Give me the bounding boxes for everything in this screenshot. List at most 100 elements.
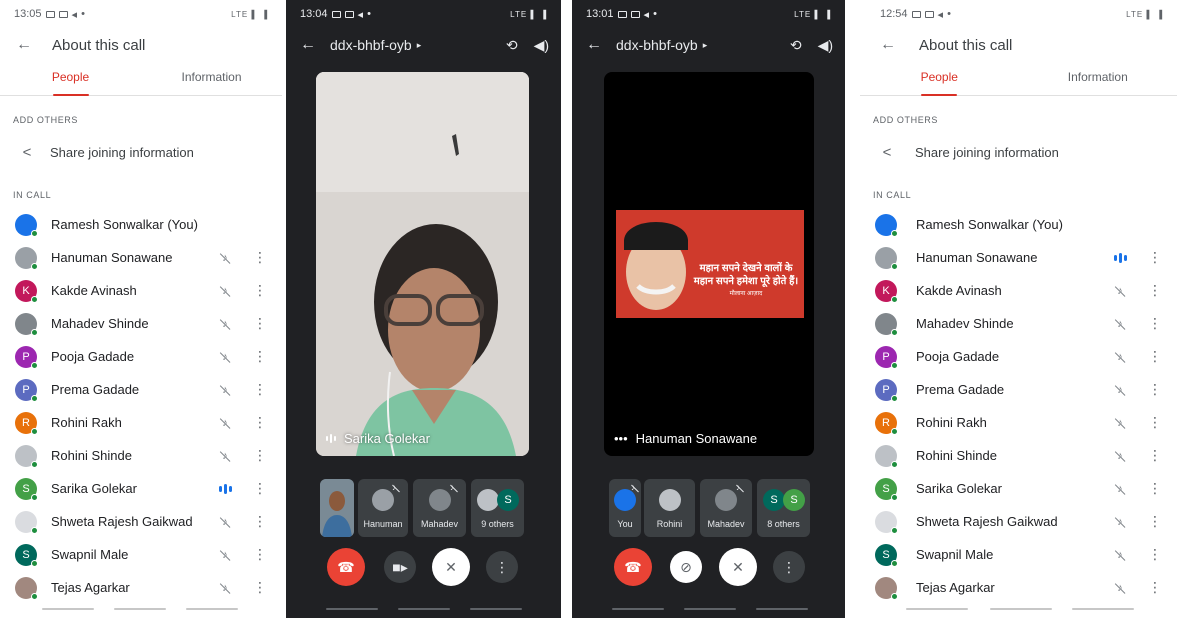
- more-vert-icon[interactable]: ⋮: [1147, 447, 1163, 464]
- participant-row[interactable]: Shweta Rajesh Gaikwad ♪ ⋮: [860, 505, 1177, 538]
- more-vert-icon[interactable]: ⋮: [1147, 348, 1163, 365]
- self-view-thumb[interactable]: [320, 479, 354, 537]
- participant-row[interactable]: Ramesh Sonwalkar (You): [860, 208, 1177, 241]
- thumb-participant[interactable]: Rohini: [644, 479, 695, 537]
- back-arrow-icon[interactable]: ←: [586, 36, 608, 54]
- shared-poster: महान सपने देखने वालों के महान सपने हमेशा…: [616, 210, 804, 318]
- participant-row[interactable]: Ramesh Sonwalkar (You): [0, 208, 282, 241]
- dot-icon: •: [653, 8, 657, 20]
- avatar-initial: R: [22, 416, 30, 429]
- more-vert-icon[interactable]: ⋮: [252, 381, 268, 398]
- thumb-others[interactable]: S 9 others: [471, 479, 524, 537]
- participant-row[interactable]: Mahadev Shinde ♪ ⋮: [0, 307, 282, 340]
- participant-row[interactable]: Hanuman Sonawane ⋮: [860, 241, 1177, 274]
- camera-button[interactable]: ■▸: [384, 551, 416, 583]
- more-vert-icon[interactable]: ⋮: [252, 315, 268, 332]
- tab-information[interactable]: Information: [141, 62, 282, 95]
- thumb-participant[interactable]: ♪ Hanuman: [358, 479, 408, 537]
- online-status-dot: [31, 361, 38, 369]
- participant-row[interactable]: R Rohini Rakh ♪ ⋮: [860, 406, 1177, 439]
- more-vert-icon[interactable]: ⋮: [252, 447, 268, 464]
- mic-button[interactable]: ✕: [719, 548, 757, 586]
- more-options-button[interactable]: ⋮: [773, 551, 805, 583]
- avatar: [15, 444, 38, 468]
- mic-off-icon: ♪: [1111, 351, 1129, 363]
- more-vert-icon[interactable]: ⋮: [252, 579, 268, 596]
- participant-list: Ramesh Sonwalkar (You) Hanuman Sonawane ⋮ K…: [860, 208, 1177, 604]
- nav-handle: [1072, 608, 1134, 610]
- main-video-tile[interactable]: Sarika Golekar: [316, 72, 529, 456]
- more-vert-icon[interactable]: ⋮: [252, 480, 268, 497]
- thumb-self[interactable]: ♪ You: [609, 479, 641, 537]
- tab-people[interactable]: People: [0, 62, 141, 96]
- more-vert-icon[interactable]: ⋮: [1147, 315, 1163, 332]
- back-arrow-icon[interactable]: ←: [300, 36, 322, 54]
- share-joining-info-row[interactable]: < Share joining information: [0, 140, 282, 164]
- more-vert-icon[interactable]: ⋮: [1147, 381, 1163, 398]
- camera-off-button[interactable]: ⊘: [670, 551, 702, 583]
- participant-row[interactable]: Mahadev Shinde ♪ ⋮: [860, 307, 1177, 340]
- more-vert-icon[interactable]: ⋮: [1147, 480, 1163, 497]
- speaking-indicator-icon: [216, 483, 234, 495]
- share-icon: <: [22, 143, 32, 161]
- more-vert-icon[interactable]: ⋮: [1147, 414, 1163, 431]
- participant-row[interactable]: Rohini Shinde ♪ ⋮: [860, 439, 1177, 472]
- switch-camera-icon[interactable]: ⟲: [790, 37, 802, 54]
- chevron-right-icon[interactable]: ▸: [703, 40, 708, 51]
- more-vert-icon[interactable]: ⋮: [252, 282, 268, 299]
- switch-camera-icon[interactable]: ⟲: [506, 37, 518, 54]
- mic-off-icon: ♪: [1111, 483, 1129, 495]
- end-call-button[interactable]: ☎: [614, 548, 652, 586]
- tab-information[interactable]: Information: [1019, 62, 1177, 95]
- participant-row[interactable]: P Prema Gadade ♪ ⋮: [860, 373, 1177, 406]
- participant-row[interactable]: S Sarika Golekar ⋮: [0, 472, 282, 505]
- participant-row[interactable]: P Pooja Gadade ♪ ⋮: [860, 340, 1177, 373]
- more-vert-icon[interactable]: ⋮: [252, 348, 268, 365]
- share-joining-info-row[interactable]: < Share joining information: [860, 140, 1177, 164]
- tab-people[interactable]: People: [860, 62, 1019, 96]
- thumb-participant[interactable]: ♪ Mahadev: [413, 479, 466, 537]
- participant-row[interactable]: P Pooja Gadade ♪ ⋮: [0, 340, 282, 373]
- more-vert-icon[interactable]: ⋮: [1147, 282, 1163, 299]
- participant-row[interactable]: S Swapnil Male ♪ ⋮: [0, 538, 282, 571]
- participant-row[interactable]: Tejas Agarkar ♪ ⋮: [0, 571, 282, 604]
- mic-button[interactable]: ✕: [432, 548, 470, 586]
- speaking-indicator-icon: [1111, 252, 1129, 264]
- mic-off-icon: ♪: [736, 483, 740, 492]
- meeting-code[interactable]: ddx-bhbf-oyb: [616, 37, 698, 53]
- participant-row[interactable]: S Swapnil Male ♪ ⋮: [860, 538, 1177, 571]
- mic-off-icon: ♪: [216, 252, 234, 264]
- participant-name: Hanuman Sonawane: [51, 250, 173, 265]
- more-vert-icon[interactable]: ⋮: [1147, 546, 1163, 563]
- telegram-icon: ◂: [937, 8, 944, 21]
- back-arrow-icon[interactable]: ←: [16, 36, 38, 54]
- meeting-code[interactable]: ddx-bhbf-oyb: [330, 37, 412, 53]
- more-options-button[interactable]: ⋮: [486, 551, 518, 583]
- speaker-icon[interactable]: ◀): [818, 37, 833, 54]
- more-vert-icon[interactable]: ⋮: [252, 513, 268, 530]
- participant-row[interactable]: R Rohini Rakh ♪ ⋮: [0, 406, 282, 439]
- participant-row[interactable]: Tejas Agarkar ♪ ⋮: [860, 571, 1177, 604]
- more-vert-icon[interactable]: ⋮: [1147, 249, 1163, 266]
- status-bar: 13:01 ◂ • LTE ▌ ▐: [572, 0, 845, 28]
- participant-row[interactable]: K Kakde Avinash ♪ ⋮: [860, 274, 1177, 307]
- back-arrow-icon[interactable]: ←: [880, 36, 902, 54]
- more-vert-icon[interactable]: ⋮: [1147, 579, 1163, 596]
- chevron-right-icon[interactable]: ▸: [417, 40, 422, 51]
- participant-row[interactable]: S Sarika Golekar ♪ ⋮: [860, 472, 1177, 505]
- participant-row[interactable]: K Kakde Avinash ♪ ⋮: [0, 274, 282, 307]
- participant-row[interactable]: Shweta Rajesh Gaikwad ♪ ⋮: [0, 505, 282, 538]
- avatar: S: [15, 543, 38, 567]
- speaker-icon[interactable]: ◀): [534, 37, 549, 54]
- more-vert-icon[interactable]: ⋮: [252, 249, 268, 266]
- end-call-button[interactable]: ☎: [327, 548, 365, 586]
- thumb-others[interactable]: S S 8 others: [757, 479, 810, 537]
- more-vert-icon[interactable]: ⋮: [1147, 513, 1163, 530]
- more-vert-icon[interactable]: ⋮: [252, 414, 268, 431]
- more-vert-icon[interactable]: ⋮: [252, 546, 268, 563]
- participant-row[interactable]: Rohini Shinde ♪ ⋮: [0, 439, 282, 472]
- thumb-participant[interactable]: ♪ Mahadev: [700, 479, 752, 537]
- main-video-tile[interactable]: महान सपने देखने वालों के महान सपने हमेशा…: [604, 72, 814, 456]
- participant-row[interactable]: Hanuman Sonawane ♪ ⋮: [0, 241, 282, 274]
- participant-row[interactable]: P Prema Gadade ♪ ⋮: [0, 373, 282, 406]
